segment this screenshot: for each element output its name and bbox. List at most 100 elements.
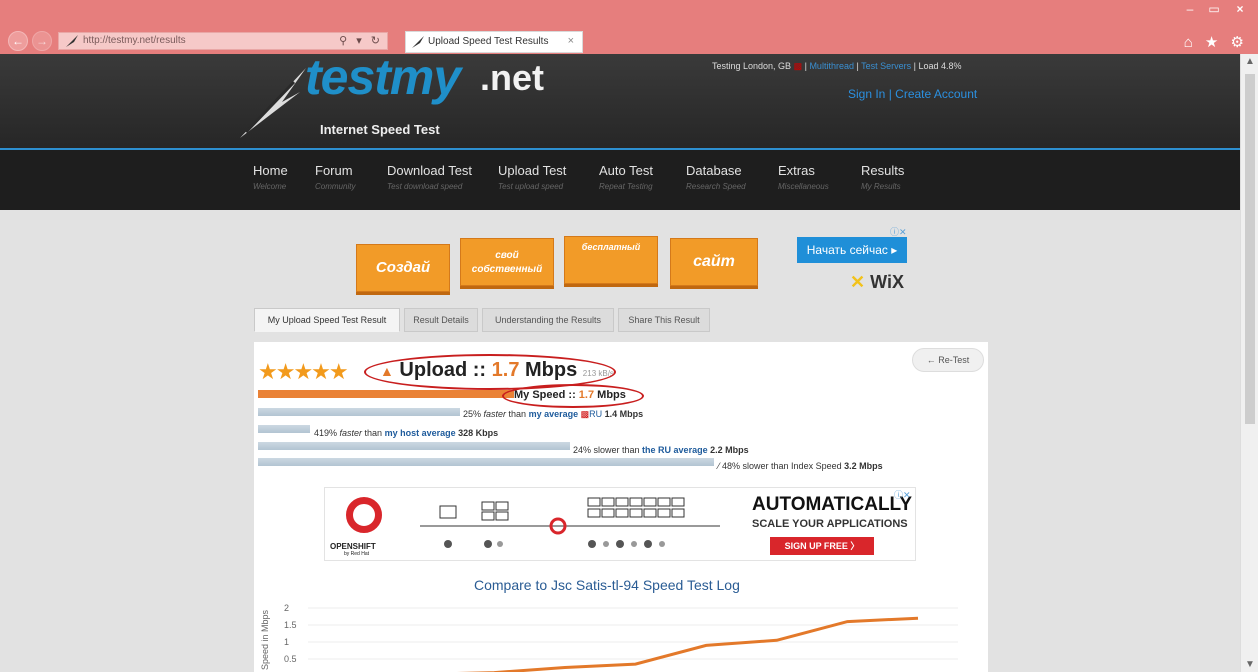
menu-item-database[interactable]: Database Research Speed — [686, 163, 746, 191]
openshift-logo-icon — [346, 497, 382, 533]
ru-average-link[interactable]: the RU average — [642, 445, 708, 455]
tab-result-details[interactable]: Result Details — [404, 308, 478, 332]
cmp-text: 24% slower than — [573, 445, 643, 455]
scroll-thumb[interactable] — [1245, 74, 1255, 424]
ad2-brand: OPENSHIFT by Red Hat — [330, 542, 376, 557]
multithread-link[interactable]: Multithread — [809, 61, 854, 71]
cmp-flag: RU — [589, 409, 603, 419]
signup-free-button[interactable]: SIGN UP FREE 〉 — [770, 537, 874, 555]
uk-flag-icon: ▩ — [793, 61, 803, 71]
cmp-em: faster — [339, 428, 363, 438]
host-average-link[interactable]: my host average — [385, 428, 456, 438]
ad-tile[interactable]: Создай — [356, 244, 450, 292]
menu-item-extras[interactable]: Extras Miscellaneous — [778, 163, 829, 191]
maximize-button[interactable]: ▭ — [1204, 2, 1224, 16]
menu-title: Upload Test — [498, 163, 567, 178]
chart-ytick: 1 — [284, 637, 289, 647]
chart-series-line — [456, 616, 919, 672]
comparison-my-average: 25% faster than my average ▩RU 1.4 Mbps — [463, 409, 643, 420]
menu-item-upload-test[interactable]: Upload Test Test upload speed — [498, 163, 566, 191]
menu-title: Extras — [778, 163, 815, 178]
cmp-em: faster — [483, 409, 507, 419]
site-favicon-icon — [66, 35, 78, 47]
menu-title: Database — [686, 163, 742, 178]
test-servers-link[interactable]: Test Servers — [861, 61, 911, 71]
tab-favicon-icon — [412, 36, 424, 48]
ad2-info-icon[interactable]: ⓘ✕ — [894, 488, 911, 501]
ad2-brand-sub: by Red Hat — [344, 551, 370, 557]
cmp-text: 25% — [463, 409, 484, 419]
ad2-brand-text: OPENSHIFT — [330, 542, 376, 551]
comparison-host-average: 419% faster than my host average 328 Kbp… — [314, 428, 498, 438]
scroll-down-icon[interactable]: ▼ — [1245, 659, 1255, 670]
speed-log-chart: Speed in Mbps 2 1.5 1 0.5 — [260, 603, 958, 672]
address-url[interactable]: http://testmy.net/results — [83, 35, 186, 46]
menu-title: Forum — [315, 163, 353, 178]
my-average-link[interactable]: my average — [529, 409, 579, 419]
menu-title: Home — [253, 163, 288, 178]
home-favorites-settings-icon[interactable]: ⌂ ★ ⚙ — [1184, 33, 1248, 51]
cmp-text: than — [362, 428, 385, 438]
chart-ytick: 1.5 — [284, 620, 297, 630]
menu-subtitle: Research Speed — [686, 182, 746, 191]
menu-item-auto-test[interactable]: Auto Test Repeat Testing — [599, 163, 653, 191]
back-button[interactable]: ← — [8, 31, 28, 51]
site-logo[interactable]: testmy — [305, 52, 461, 102]
site-logo-domain: .net — [480, 57, 545, 98]
cmp-text: 48% slower than Index Speed — [722, 461, 845, 471]
ad-brand: ✕ WiX — [850, 272, 904, 292]
search-refresh-icon[interactable]: ⚲ ▾ ↻ — [339, 34, 383, 47]
server-load: Load 4.8% — [918, 61, 962, 71]
create-account-link[interactable]: Create Account — [895, 87, 977, 101]
ad-start-button[interactable]: Начать сейчас ▸ — [797, 237, 907, 263]
menu-subtitle: Test upload speed — [498, 182, 564, 191]
scroll-up-icon[interactable]: ▲ — [1245, 56, 1255, 67]
address-bar[interactable]: http://testmy.net/results ⚲ ▾ ↻ — [58, 32, 388, 50]
menu-item-home[interactable]: Home Welcome — [253, 163, 288, 191]
ad-info-icon[interactable]: ⓘ✕ — [890, 225, 907, 238]
rating-stars-icon: ★★★★★ — [258, 359, 349, 384]
comparison-bar — [258, 408, 460, 416]
scaling-diagram-icon — [420, 497, 720, 548]
tab-my-result[interactable]: My Upload Speed Test Result — [254, 308, 400, 332]
ad-tile[interactable]: бесплатный — [564, 236, 658, 284]
menu-title: Results — [861, 163, 905, 178]
cmp-value: 2.2 Mbps — [707, 445, 749, 455]
vertical-scrollbar[interactable]: ▲ ▼ — [1240, 54, 1258, 672]
menu-subtitle: Community — [315, 182, 356, 191]
chart-ytick: 2 — [284, 603, 289, 613]
menu-subtitle: My Results — [861, 182, 901, 191]
ad-tile[interactable]: сайт — [670, 238, 758, 286]
retest-button[interactable]: ← Re-Test — [912, 348, 984, 372]
cmp-value: 3.2 Mbps — [844, 461, 883, 471]
comparison-bar — [258, 425, 310, 433]
menu-subtitle: Welcome — [253, 182, 287, 191]
chart-ytick: 0.5 — [284, 654, 297, 664]
account-links: Sign In | Create Account — [848, 87, 978, 101]
close-window-button[interactable]: × — [1230, 2, 1250, 16]
ad2-subtitle: SCALE YOUR APPLICATIONS — [752, 518, 908, 530]
forward-button[interactable]: → — [32, 31, 52, 51]
menu-item-results[interactable]: Results My Results — [861, 163, 904, 191]
tab-share[interactable]: Share This Result — [618, 308, 710, 332]
menu-subtitle: Test download speed — [387, 182, 463, 191]
sign-in-link[interactable]: Sign In — [848, 87, 885, 101]
menu-item-download-test[interactable]: Download Test Test download speed — [387, 163, 472, 191]
menu-subtitle: Miscellaneous — [778, 182, 829, 191]
comparison-ru-average: 24% slower than the RU average 2.2 Mbps — [573, 445, 749, 455]
browser-navbar: ← → http://testmy.net/results ⚲ ▾ ↻ Uplo… — [0, 28, 1258, 54]
cmp-value: 1.4 Mbps — [602, 409, 644, 419]
menu-item-forum[interactable]: Forum Community — [315, 163, 355, 191]
chart-title: Compare to Jsc Satis-tl-94 Speed Test Lo… — [474, 577, 740, 593]
menu-title: Auto Test — [599, 163, 653, 178]
uk-flag-icon: ▩ — [580, 409, 590, 419]
tab-close-icon[interactable]: × — [568, 35, 574, 47]
my-speed-bar — [258, 390, 514, 398]
comparison-bar — [258, 442, 570, 450]
tab-understanding[interactable]: Understanding the Results — [482, 308, 614, 332]
chart-ylabel: Speed in Mbps — [260, 609, 270, 670]
server-info: Testing London, GB ▩ | Multithread | Tes… — [712, 61, 962, 71]
menu-title: Download Test — [387, 163, 473, 178]
minimize-button[interactable]: – — [1180, 2, 1200, 16]
ad-tile[interactable]: свой собственный — [460, 238, 554, 286]
